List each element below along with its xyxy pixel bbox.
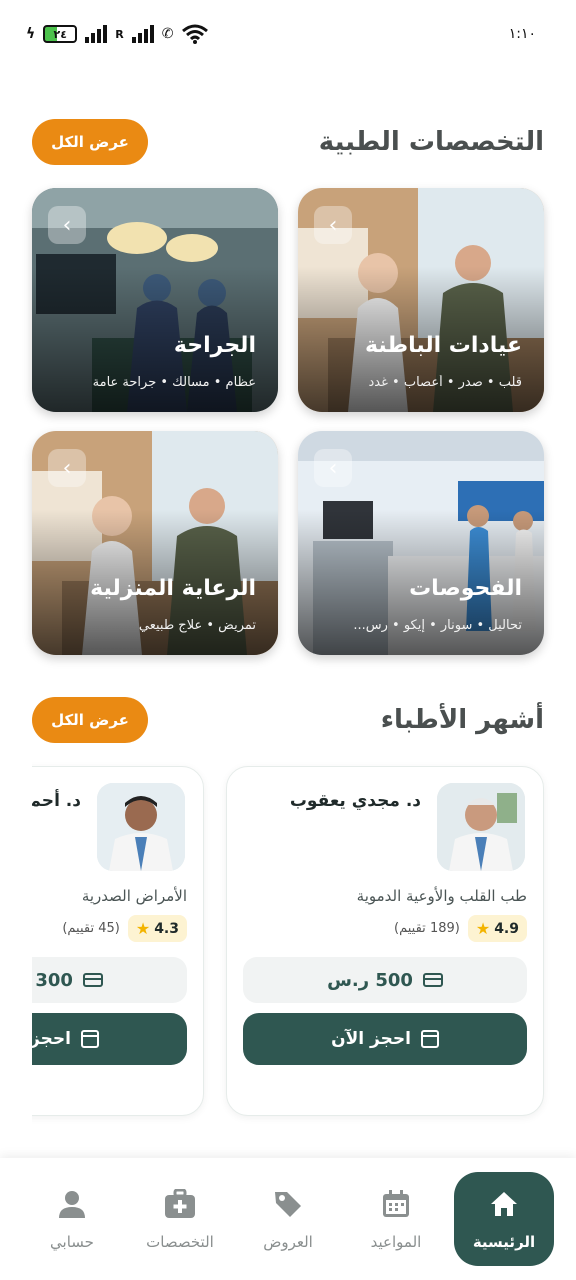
nav-label: التخصصات [146,1233,214,1251]
rating-badge: ★ 4.3 [127,915,187,942]
doctor-rating: ★ 4.9 (189 تقييم) [394,915,527,942]
book-now-button[interactable]: احجز الآن [243,1013,527,1065]
calendar-icon [80,1030,99,1048]
medical-bag-icon [163,1187,197,1221]
credit-card-icon [82,973,103,987]
nav-item-offers[interactable]: العروض [238,1172,338,1266]
review-count: (189 تقييم) [394,921,460,936]
book-label: احجز الآن [32,1029,71,1049]
doctor-photo [437,783,525,871]
doctor-card[interactable]: د. مجدي يعقوب طب القلب والأوعية الدموية … [226,766,544,1116]
doctor-specialty: الأمراض الصدرية [81,887,187,905]
home-icon [487,1187,521,1221]
doctor-name: د. أحمد [32,791,81,811]
book-label: احجز الآن [331,1029,411,1049]
review-count: (45 تقييم) [62,921,120,936]
book-now-button[interactable]: احجز الآن [32,1013,187,1065]
user-icon [55,1187,89,1221]
credit-card-icon [422,973,443,987]
bottom-nav: الرئيسية المواعيد العروض التخصصات حسابي [0,1158,576,1280]
nav-label: الرئيسية [472,1233,536,1251]
calendar-icon [420,1030,439,1048]
price-box: 300 ر.س [32,957,187,1003]
doctor-name: د. مجدي يعقوب [289,791,421,811]
rating-value: 4.3 [154,920,179,937]
doctor-price: 300 ر.س [32,969,73,991]
star-icon: ★ [475,919,491,938]
doctor-card[interactable]: د. أحمد الأمراض الصدرية ★4.3 (45 تقييم) … [32,766,204,1116]
nav-label: حسابي [50,1233,94,1251]
doctor-specialty: طب القلب والأوعية الدموية [356,887,527,905]
doctor-photo [97,783,185,871]
nav-item-specialties[interactable]: التخصصات [130,1172,230,1266]
calendar-icon [379,1187,413,1221]
nav-label: المواعيد [370,1233,422,1251]
star-icon: ★ [135,919,151,938]
doctor-price: 500 ر.س [327,969,413,991]
rating-value: 4.9 [494,920,519,937]
doctor-rating: ★ 4.3 (45 تقييم) [62,915,187,942]
doctors-carousel[interactable]: د. مجدي يعقوب طب القلب والأوعية الدموية … [32,0,576,1280]
nav-item-appointments[interactable]: المواعيد [346,1172,446,1266]
nav-label: العروض [263,1233,313,1251]
tag-icon [271,1187,305,1221]
nav-item-home[interactable]: الرئيسية [454,1172,554,1266]
price-box: 500 ر.س [243,957,527,1003]
nav-item-account[interactable]: حسابي [22,1172,122,1266]
rating-badge: ★ 4.9 [467,915,527,942]
